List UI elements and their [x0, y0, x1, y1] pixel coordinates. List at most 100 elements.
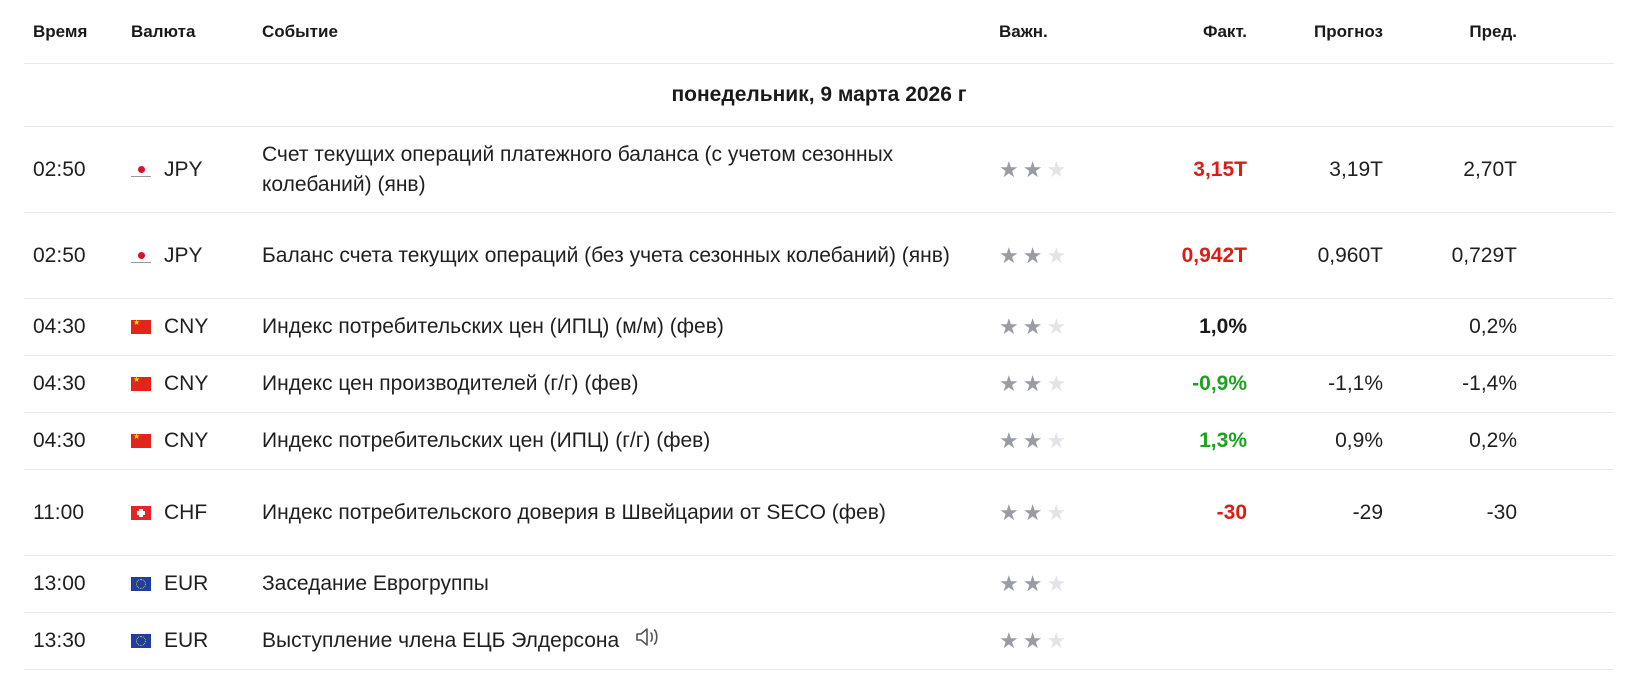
star-icon: ★	[1022, 371, 1043, 396]
japan-flag-icon	[131, 248, 151, 263]
currency-code: JPY	[164, 157, 203, 181]
event-time: 11:00	[33, 500, 84, 524]
star-icon: ★	[1046, 156, 1067, 182]
date-separator: понедельник, 9 марта 2026 г	[24, 64, 1614, 127]
event-name-text[interactable]: Выступление члена ЕЦБ Элдерсона	[262, 629, 619, 652]
event-name-text[interactable]: Заседание Еврогруппы	[262, 572, 489, 595]
currency-code: CNY	[164, 315, 209, 338]
table-row[interactable]: 02:50 JPY Баланс счета текущих операций (б…	[24, 213, 1614, 299]
importance-stars: ★ ★ ★	[999, 242, 1084, 268]
event-currency: JPY	[131, 244, 262, 268]
china-flag-icon	[131, 432, 151, 448]
star-icon: ★	[999, 628, 1019, 653]
header-actual[interactable]: Факт.	[1084, 22, 1247, 42]
currency-code: JPY	[164, 243, 203, 267]
importance-stars: ★ ★ ★	[999, 373, 1084, 395]
star-icon: ★	[1022, 314, 1043, 339]
event-time: 04:30	[33, 315, 86, 338]
actual-value: 1,0%	[1199, 315, 1247, 338]
event-name[interactable]: Индекс потребительского доверия в Швейца…	[262, 498, 999, 528]
event-name-text[interactable]: Баланс счета текущих операций (без учета…	[262, 244, 950, 267]
event-rows: 02:50 JPY Счет текущих операций платежного…	[24, 127, 1614, 670]
actual-value: -0,9%	[1192, 372, 1247, 395]
star-icon: ★	[999, 371, 1019, 396]
star-icon: ★	[1046, 628, 1067, 653]
star-icon: ★	[1046, 242, 1067, 268]
currency-code: CHF	[164, 500, 208, 524]
importance-stars: ★ ★ ★	[999, 573, 1084, 595]
currency-code: EUR	[164, 629, 209, 652]
star-icon: ★	[1046, 428, 1067, 453]
switzerland-flag-icon	[131, 505, 151, 520]
actual-value: -30	[1216, 500, 1247, 524]
event-time: 04:30	[33, 429, 86, 452]
star-icon: ★	[999, 242, 1019, 268]
event-currency: CNY	[131, 315, 262, 339]
previous-value: -1,4%	[1462, 372, 1517, 395]
star-icon: ★	[1046, 314, 1067, 339]
event-currency: CNY	[131, 429, 262, 453]
header-importance[interactable]: Важн.	[999, 22, 1084, 42]
actual-value: 1,3%	[1199, 429, 1247, 452]
previous-value: -30	[1486, 500, 1517, 524]
star-icon: ★	[999, 428, 1019, 453]
star-icon: ★	[1046, 371, 1067, 396]
table-row[interactable]: 04:30 CNY Индекс цен производителей (г/г) …	[24, 356, 1614, 413]
event-name-text[interactable]: Индекс потребительских цен (ИПЦ) (м/м) (…	[262, 315, 724, 338]
eu-flag-icon	[131, 634, 151, 648]
currency-code: CNY	[164, 429, 209, 452]
table-row[interactable]: 13:30 EUR Выступление члена ЕЦБ Элдерсона ★…	[24, 613, 1614, 670]
importance-stars: ★ ★ ★	[999, 499, 1084, 525]
star-icon: ★	[1022, 499, 1043, 525]
star-icon: ★	[1022, 242, 1043, 268]
forecast-value: 0,960T	[1317, 243, 1383, 267]
header-time[interactable]: Время	[24, 22, 131, 42]
eu-flag-icon	[131, 577, 151, 591]
speaker-icon[interactable]	[635, 626, 661, 657]
event-name[interactable]: Индекс потребительских цен (ИПЦ) (г/г) (…	[262, 426, 999, 456]
event-name[interactable]: Выступление члена ЕЦБ Элдерсона	[262, 626, 999, 657]
event-time: 13:30	[33, 629, 86, 652]
currency-code: CNY	[164, 372, 209, 395]
header-previous[interactable]: Пред.	[1383, 22, 1517, 42]
forecast-value: -29	[1352, 500, 1383, 524]
event-name-text[interactable]: Счет текущих операций платежного баланса…	[262, 143, 893, 196]
event-time: 02:50	[33, 243, 86, 267]
china-flag-icon	[131, 318, 151, 334]
table-row[interactable]: 02:50 JPY Счет текущих операций платежного…	[24, 127, 1614, 213]
table-row[interactable]: 04:30 CNY Индекс потребительских цен (ИПЦ)…	[24, 299, 1614, 356]
event-name-text[interactable]: Индекс цен производителей (г/г) (фев)	[262, 372, 638, 395]
star-icon: ★	[1022, 428, 1043, 453]
header-currency[interactable]: Валюта	[131, 22, 262, 42]
event-name-text[interactable]: Индекс потребительского доверия в Швейца…	[262, 501, 886, 524]
star-icon: ★	[1022, 628, 1043, 653]
event-name[interactable]: Баланс счета текущих операций (без учета…	[262, 241, 999, 271]
header-forecast[interactable]: Прогноз	[1247, 22, 1383, 42]
event-name[interactable]: Индекс цен производителей (г/г) (фев)	[262, 369, 999, 399]
event-name[interactable]: Заседание Еврогруппы	[262, 569, 999, 599]
japan-flag-icon	[131, 162, 151, 177]
importance-stars: ★ ★ ★	[999, 430, 1084, 452]
event-time: 02:50	[33, 157, 86, 181]
forecast-value: -1,1%	[1328, 372, 1383, 395]
header-event[interactable]: Событие	[262, 17, 999, 47]
event-name[interactable]: Индекс потребительских цен (ИПЦ) (м/м) (…	[262, 312, 999, 342]
event-currency: JPY	[131, 158, 262, 182]
actual-value: 3,15T	[1193, 157, 1247, 181]
event-name-text[interactable]: Индекс потребительских цен (ИПЦ) (г/г) (…	[262, 429, 710, 452]
importance-stars: ★ ★ ★	[999, 316, 1084, 338]
previous-value: 0,2%	[1469, 315, 1517, 338]
forecast-value: 0,9%	[1335, 429, 1383, 452]
actual-value: 0,942T	[1181, 243, 1247, 267]
previous-value: 0,2%	[1469, 429, 1517, 452]
event-time: 04:30	[33, 372, 86, 395]
previous-value: 0,729T	[1451, 243, 1517, 267]
currency-code: EUR	[164, 572, 209, 595]
table-row[interactable]: 13:00 EUR Заседание Еврогруппы ★ ★ ★	[24, 556, 1614, 613]
table-row[interactable]: 04:30 CNY Индекс потребительских цен (ИПЦ)…	[24, 413, 1614, 470]
table-row[interactable]: 11:00 CHF Индекс потребительского доверия …	[24, 470, 1614, 556]
event-name[interactable]: Счет текущих операций платежного баланса…	[262, 140, 999, 200]
event-currency: EUR	[131, 629, 262, 653]
star-icon: ★	[1022, 571, 1043, 596]
event-currency: CNY	[131, 372, 262, 396]
